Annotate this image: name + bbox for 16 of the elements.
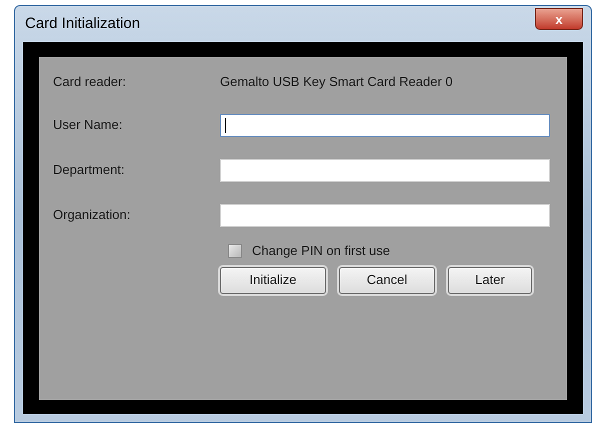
- dialog-button[interactable]: Initialize: [220, 266, 326, 294]
- checkbox-label: Change PIN on first use: [252, 242, 390, 260]
- field-label: Department:: [53, 161, 126, 180]
- text-cursor: [225, 118, 226, 132]
- field-label: User Name:: [53, 116, 124, 134]
- input-field[interactable]: [220, 114, 550, 136]
- dialog-button[interactable]: Cancel: [339, 266, 435, 294]
- close-button[interactable]: x: [535, 8, 583, 30]
- dialog-button[interactable]: Later: [448, 266, 532, 294]
- input-field[interactable]: [220, 158, 550, 182]
- field-label: Organization:: [53, 206, 132, 224]
- input-field[interactable]: [220, 204, 550, 226]
- card-reader-name: Gemalto USB Key Smart Card Reader 0: [220, 73, 453, 92]
- card-reader-label: Card reader:: [53, 73, 127, 92]
- window-title: Card Initialization: [25, 14, 140, 34]
- checkbox[interactable]: [228, 244, 242, 258]
